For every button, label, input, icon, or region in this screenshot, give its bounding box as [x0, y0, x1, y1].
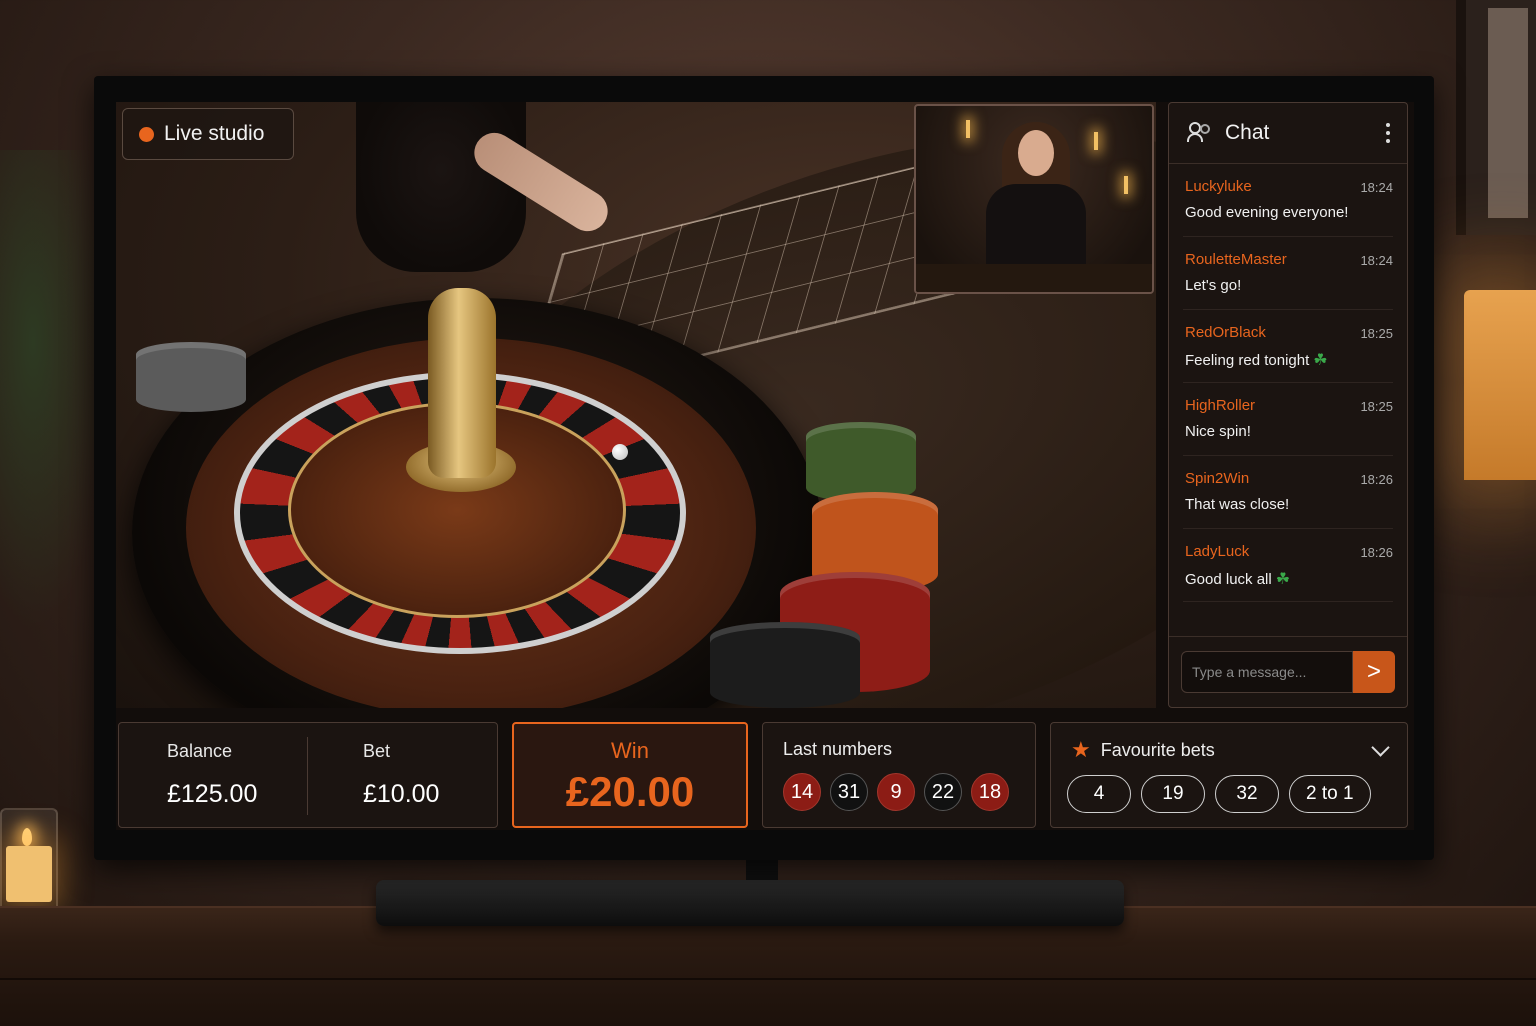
- table-lamp: [1464, 290, 1536, 480]
- wheel-turret: [428, 288, 496, 478]
- chat-message: LadyLuck 18:26 Good luck all ☘: [1183, 529, 1393, 602]
- win-label: Win: [611, 738, 649, 763]
- users-icon: [1187, 122, 1213, 144]
- chat-message: RedOrBlack 18:25 Feeling red tonight ☘: [1183, 310, 1393, 383]
- chat-text: Feeling red tonight ☘: [1185, 352, 1328, 369]
- chat-title: Chat: [1225, 121, 1270, 144]
- live-dot-icon: [139, 126, 154, 142]
- camera-candle-light: [966, 120, 970, 138]
- camera-candle-light: [1094, 132, 1098, 150]
- chat-input-row: >: [1169, 636, 1407, 707]
- favourite-bets-list: 4 19 32 2 to 1: [1067, 775, 1371, 813]
- win-value: £20.00: [565, 768, 695, 815]
- favourite-bet-button[interactable]: 19: [1141, 775, 1205, 813]
- chat-message: Spin2Win 18:26 That was close!: [1183, 456, 1393, 529]
- bet-label: Bet: [363, 741, 391, 761]
- favourite-bet-button[interactable]: 4: [1067, 775, 1131, 813]
- last-numbers-list: 14 31 9 22 18: [783, 773, 1009, 811]
- balance-stat: Balance £125.00: [167, 741, 257, 809]
- chat-timestamp: 18:24: [1360, 180, 1393, 195]
- wall-picture-frame: [1456, 0, 1536, 235]
- dealer-table: [916, 264, 1152, 292]
- chat-timestamp: 18:26: [1360, 545, 1393, 560]
- tv-screen: Live studio Chat Luckyluke 18:24 Good ev…: [116, 102, 1414, 830]
- last-number-red: 18: [971, 773, 1009, 811]
- stat-divider: [307, 737, 308, 815]
- win-panel: Win £20.00: [512, 722, 748, 828]
- dealer-face: [1018, 130, 1054, 176]
- bet-stat: Bet £10.00: [363, 741, 439, 809]
- chat-timestamp: 18:26: [1360, 472, 1393, 487]
- chat-text: That was close!: [1185, 496, 1290, 513]
- soundbar: [376, 880, 1124, 926]
- chat-message: HighRoller 18:25 Nice spin!: [1183, 383, 1393, 456]
- live-video-feed: Live studio: [116, 102, 1156, 708]
- chat-text: Nice spin!: [1185, 423, 1251, 440]
- chat-message-list[interactable]: Luckyluke 18:24 Good evening everyone! Roul…: [1169, 164, 1407, 602]
- favourite-bets-panel: ★ Favourite bets 4 19 32 2 to 1: [1050, 722, 1408, 828]
- send-button[interactable]: >: [1353, 651, 1395, 693]
- bet-value: £10.00: [363, 780, 440, 808]
- star-icon: ★: [1071, 737, 1091, 762]
- chat-text: Good evening everyone!: [1185, 204, 1349, 221]
- live-studio-label: Live studio: [164, 122, 265, 145]
- clover-icon: ☘: [1275, 571, 1291, 588]
- balance-value: £125.00: [167, 780, 258, 808]
- chat-text: Let's go!: [1185, 277, 1242, 294]
- tv-stand: [746, 858, 778, 882]
- send-icon: >: [1366, 658, 1381, 685]
- chip-stack-grey: [136, 342, 246, 412]
- chat-message: Luckyluke 18:24 Good evening everyone!: [1183, 164, 1393, 237]
- favourite-bets-title: Favourite bets: [1100, 739, 1215, 760]
- last-numbers-panel: Last numbers 14 31 9 22 18: [762, 722, 1036, 828]
- dealer-camera-view[interactable]: [914, 104, 1154, 294]
- last-number-black: 22: [924, 773, 962, 811]
- chip-stack-black: [710, 622, 860, 708]
- favourite-bet-button[interactable]: 32: [1215, 775, 1279, 813]
- chat-message-input[interactable]: [1181, 651, 1353, 693]
- last-number-red: 9: [877, 773, 915, 811]
- roulette-ball: [612, 444, 628, 460]
- last-number-red: 14: [783, 773, 821, 811]
- chevron-down-icon[interactable]: [1371, 738, 1390, 757]
- chat-header: Chat: [1169, 103, 1407, 164]
- balance-label: Balance: [167, 741, 233, 761]
- camera-candle-light: [1124, 176, 1128, 194]
- chat-message: RouletteMaster 18:24 Let's go!: [1183, 237, 1393, 310]
- chat-timestamp: 18:24: [1360, 253, 1393, 268]
- candle: [0, 808, 58, 912]
- chat-panel: Chat Luckyluke 18:24 Good evening everyone…: [1168, 102, 1408, 708]
- chat-timestamp: 18:25: [1360, 326, 1393, 341]
- balance-bet-panel: Balance £125.00 Bet £10.00: [118, 722, 498, 828]
- kebab-menu-icon[interactable]: [1385, 123, 1391, 143]
- chip-stack-green: [806, 422, 916, 502]
- chat-timestamp: 18:25: [1360, 399, 1393, 414]
- dealer-dress: [986, 184, 1086, 276]
- last-numbers-title: Last numbers: [783, 739, 893, 759]
- favourite-bet-button[interactable]: 2 to 1: [1289, 775, 1371, 813]
- clover-icon: ☘: [1313, 352, 1328, 369]
- television: Live studio Chat Luckyluke 18:24 Good ev…: [94, 76, 1434, 860]
- live-studio-badge: Live studio: [122, 108, 294, 160]
- last-number-black: 31: [830, 773, 868, 811]
- dealer-figure: [356, 102, 526, 272]
- favourite-bets-header: ★ Favourite bets: [1071, 737, 1215, 763]
- chat-text: Good luck all ☘: [1185, 571, 1291, 588]
